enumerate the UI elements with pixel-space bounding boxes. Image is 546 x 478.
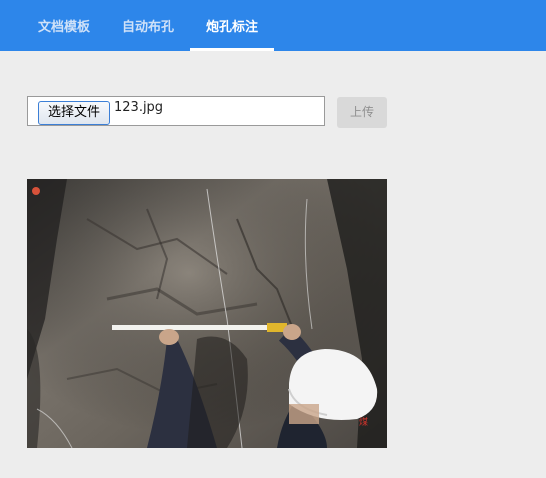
svg-text:煤: 煤 [359,416,368,428]
tab-document-template[interactable]: 文档模板 [22,0,106,51]
upload-button[interactable]: 上传 [337,97,387,128]
tunnel-face-photo-image: 煤 [27,179,387,448]
choose-file-button[interactable]: 选择文件 [38,101,110,125]
file-input[interactable]: 选择文件 123.jpg [27,96,325,126]
uploaded-photo: 煤 [27,179,387,448]
tab-blasthole-annotation[interactable]: 炮孔标注 [190,0,274,51]
tab-auto-hole-layout[interactable]: 自动布孔 [106,0,190,51]
top-nav-bar: 文档模板 自动布孔 炮孔标注 [0,0,546,51]
selected-file-name: 123.jpg [114,100,164,115]
